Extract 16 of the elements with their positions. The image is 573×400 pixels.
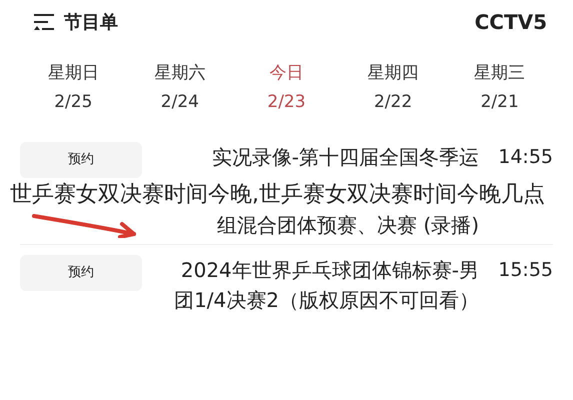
program-title: 实况录像-第十四届全国冬季运 <box>210 144 479 171</box>
day-tab[interactable]: 星期四 2/22 <box>358 60 428 116</box>
menu-icon[interactable] <box>34 13 56 31</box>
day-tab[interactable]: 星期日 2/25 <box>38 60 108 116</box>
day-tab[interactable]: 今日 2/23 <box>251 60 322 116</box>
page-title: 节目单 <box>64 10 118 34</box>
day-tab[interactable]: 星期三 2/21 <box>464 60 535 116</box>
program-title: 组混合团体预赛、决赛 (录播) <box>217 212 479 239</box>
channel-name: CCTV5 <box>474 9 547 36</box>
program-time: 14:55 <box>497 145 553 170</box>
program-title: 2024年世界乒乓球团体锦标赛-男团1/4决赛2（版权原因不可回看） <box>173 257 479 314</box>
day-tab[interactable]: 星期六 2/24 <box>144 60 215 116</box>
reserve-button[interactable]: 预约 <box>20 142 142 178</box>
program-time: 15:55 <box>497 258 553 283</box>
reserve-button[interactable]: 预约 <box>20 255 142 291</box>
caption: 世乒赛女双决赛时间今晚,世乒赛女双决赛时间今晚几点 <box>10 181 546 209</box>
